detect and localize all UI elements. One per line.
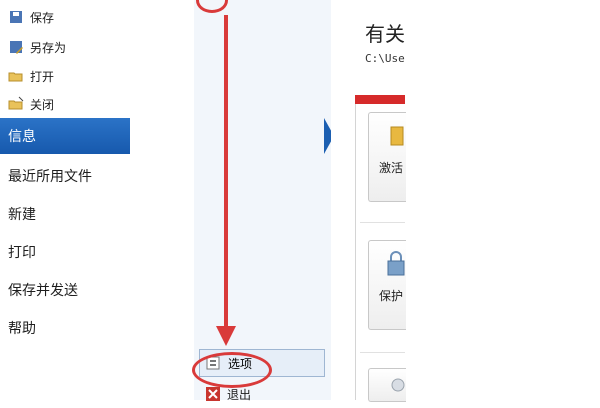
activate-tile-label: 激活: [379, 161, 404, 175]
file-path: C:\Use: [365, 52, 405, 65]
section-divider: [360, 352, 405, 353]
annotation-arrow-head: [216, 326, 236, 346]
save-icon: [8, 9, 24, 25]
category-save-send[interactable]: 保存并发送: [0, 272, 137, 308]
category-new[interactable]: 新建: [0, 196, 137, 232]
open-menu-item[interactable]: 打开: [0, 62, 137, 90]
backstage-menu: [194, 0, 332, 400]
save-menu-item[interactable]: 保存: [0, 3, 137, 31]
section-divider: [360, 222, 405, 223]
save-as-label: 另存为: [30, 40, 67, 55]
open-folder-icon: [8, 68, 24, 84]
save-as-icon: [8, 39, 24, 55]
activate-tile[interactable]: [368, 112, 406, 202]
annotation-ellipse-options: [192, 352, 272, 388]
category-help-label: 帮助: [8, 321, 36, 337]
warning-bar: [355, 95, 405, 104]
category-info-label: 信息: [8, 129, 36, 145]
category-save-send-label: 保存并发送: [8, 283, 78, 299]
annotation-arrow-line: [224, 15, 228, 333]
page-title: 有关: [365, 22, 405, 46]
category-print[interactable]: 打印: [0, 234, 137, 270]
save-label: 保存: [30, 10, 55, 25]
category-print-label: 打印: [8, 245, 36, 261]
category-recent-label: 最近所用文件: [8, 169, 92, 185]
lock-icon: [385, 251, 407, 281]
save-as-menu-item[interactable]: 另存为: [0, 33, 137, 61]
close-menu-item[interactable]: 关闭: [0, 90, 137, 118]
close-folder-icon: [8, 96, 24, 112]
protect-tile-label: 保护: [379, 289, 404, 303]
next-tile[interactable]: [368, 368, 406, 402]
close-label: 关闭: [30, 97, 55, 112]
category-recent[interactable]: 最近所用文件: [0, 158, 137, 194]
open-label: 打开: [30, 69, 55, 84]
inspect-icon: [391, 377, 405, 396]
category-new-label: 新建: [8, 207, 36, 223]
activate-key-icon: [387, 123, 407, 151]
category-help[interactable]: 帮助: [0, 310, 137, 346]
protect-tile[interactable]: [368, 240, 406, 330]
category-info[interactable]: 信息: [0, 118, 130, 154]
